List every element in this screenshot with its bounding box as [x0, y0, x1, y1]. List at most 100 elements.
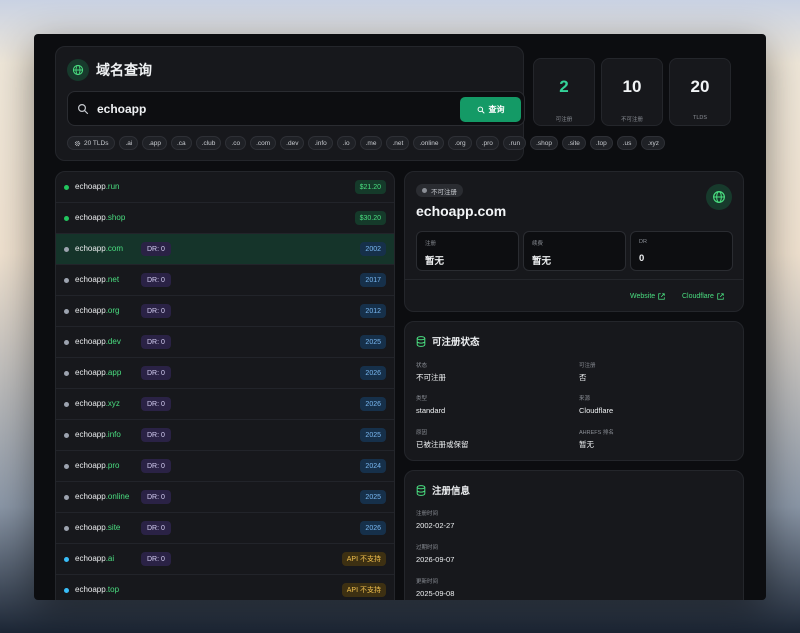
website-link[interactable]: Website	[630, 293, 665, 300]
dr-badge: DR: 0	[141, 366, 171, 380]
year-badge: 2002	[360, 242, 386, 256]
domain-name: echoapp.info	[75, 430, 121, 439]
query-button[interactable]: 查询	[460, 97, 521, 122]
field-label: 类型	[416, 396, 428, 402]
tld-chip[interactable]: .site	[561, 136, 586, 150]
search-input[interactable]	[97, 100, 427, 118]
tld-chip[interactable]: .ai	[119, 136, 139, 150]
tld-chip[interactable]: .org	[448, 136, 472, 150]
domain-label: echoapp	[75, 182, 106, 191]
tld-chip[interactable]: .co	[225, 136, 247, 150]
domain-row[interactable]: echoapp.dev DR: 0 2025	[56, 327, 394, 358]
domain-tld: .run	[105, 182, 120, 191]
field-value: 已被注册或保留	[416, 440, 469, 449]
tld-chip[interactable]: .shop	[530, 136, 558, 150]
tld-chip[interactable]: .net	[386, 136, 410, 150]
domain-row[interactable]: echoapp.site DR: 0 2026	[56, 513, 394, 544]
field-label: 更新时间	[416, 579, 439, 585]
external-link-icon	[658, 293, 665, 300]
domain-row[interactable]: echoapp.ai DR: 0 API 不支持	[56, 544, 394, 575]
search-panel: 域名查询 查询 20 TLDs .ai.app.ca.club.co.com.d…	[55, 46, 665, 161]
status-dot	[64, 278, 69, 283]
tld-chip[interactable]: .dev	[280, 136, 305, 150]
year-badge: 2024	[360, 459, 386, 473]
tld-count-label: 20 TLDs	[84, 139, 109, 147]
stat-card-available: 2 可注册	[533, 58, 595, 126]
domain-row[interactable]: echoapp.shop $30.20	[56, 203, 394, 234]
tld-chip[interactable]: .top	[589, 136, 613, 150]
domain-row[interactable]: echoapp.app DR: 0 2026	[56, 358, 394, 389]
status-dot	[64, 464, 69, 469]
status-label: 不可注册	[431, 188, 457, 196]
status-dot	[64, 526, 69, 531]
globe-icon	[67, 59, 89, 81]
dr-badge: DR: 0	[141, 273, 171, 287]
domain-name: echoapp.top	[75, 585, 119, 594]
website-link-label: Website	[630, 293, 656, 300]
tld-chip[interactable]: .us	[616, 136, 638, 150]
domain-row[interactable]: echoapp.xyz DR: 0 2026	[56, 389, 394, 420]
tld-settings-chip[interactable]: 20 TLDs	[67, 136, 116, 150]
status-badge: 不可注册	[416, 184, 463, 197]
dr-badge: DR: 0	[141, 335, 171, 349]
domain-row[interactable]: echoapp.net DR: 0 2017	[56, 265, 394, 296]
year-badge: 2025	[360, 490, 386, 504]
domain-name: echoapp.com	[75, 244, 123, 253]
tld-chip[interactable]: .run	[502, 136, 527, 150]
tld-chip[interactable]: .online	[413, 136, 445, 150]
domain-detail-card: 不可注册 echoapp.com 注册 暂无 续费 暂无 DR 0 Websit…	[404, 171, 744, 312]
stat-label: TLDS	[692, 115, 708, 121]
domain-row[interactable]: echoapp.pro DR: 0 2024	[56, 451, 394, 482]
tld-chip[interactable]: .com	[250, 136, 277, 150]
year-badge: 2026	[360, 366, 386, 380]
cloudflare-link[interactable]: Cloudflare	[682, 293, 724, 300]
field-value: standard	[416, 406, 446, 415]
domain-name: echoapp.online	[75, 492, 129, 501]
page-title: 域名查询	[96, 62, 152, 78]
info-label: 续费	[532, 241, 544, 247]
info-value: 暂无	[425, 256, 445, 267]
api-badge: API 不支持	[341, 552, 386, 566]
divider	[405, 279, 743, 280]
tld-chip[interactable]: .me	[359, 136, 383, 150]
field-label: 可注册	[579, 363, 596, 369]
domain-tld: .dev	[105, 337, 121, 346]
domain-label: echoapp	[75, 244, 106, 253]
domain-name: echoapp.xyz	[75, 399, 120, 408]
domain-row[interactable]: echoapp.online DR: 0 2025	[56, 482, 394, 513]
tld-chip[interactable]: .ca	[170, 136, 192, 150]
domain-name: echoapp.ai	[75, 554, 114, 563]
stat-label: 不可注册	[620, 117, 643, 123]
stat-card-unavailable: 10 不可注册	[601, 58, 663, 126]
search-icon	[77, 102, 89, 120]
tld-chip[interactable]: .app	[142, 136, 167, 150]
domain-row[interactable]: echoapp.org DR: 0 2012	[56, 296, 394, 327]
field-value: Cloudflare	[579, 406, 614, 415]
tld-chip[interactable]: .io	[336, 136, 356, 150]
dr-badge: DR: 0	[141, 521, 171, 535]
dr-badge: DR: 0	[141, 459, 171, 473]
search-box[interactable]: 查询	[67, 91, 525, 126]
year-badge: 2017	[360, 273, 386, 287]
field-value: 2026-09-07	[416, 555, 455, 564]
tld-chip[interactable]: .club	[195, 136, 222, 150]
tld-chip[interactable]: .info	[308, 136, 333, 150]
domain-label: echoapp	[75, 585, 106, 594]
availability-card: 可注册状态 状态 不可注册 可注册 否 类型 standard 来源 Cloud…	[404, 321, 744, 461]
domain-row[interactable]: echoapp.info DR: 0 2025	[56, 420, 394, 451]
status-dot	[64, 309, 69, 314]
tld-chip[interactable]: .xyz	[641, 136, 665, 150]
detail-domain-name: echoapp.com	[416, 203, 507, 219]
dr-badge: DR: 0	[141, 242, 171, 256]
domain-row[interactable]: echoapp.top API 不支持	[56, 575, 394, 600]
field-label: 原因	[416, 430, 428, 436]
field-value: 2025-09-08	[416, 589, 455, 598]
status-dot	[64, 495, 69, 500]
tld-chip[interactable]: .pro	[475, 136, 499, 150]
database-icon	[416, 484, 426, 496]
domain-label: echoapp	[75, 337, 106, 346]
external-link-icon	[717, 293, 724, 300]
domain-row[interactable]: echoapp.com DR: 0 2002	[56, 234, 394, 265]
domain-row[interactable]: echoapp.run $21.20	[56, 172, 394, 203]
info-value: 0	[639, 253, 645, 264]
